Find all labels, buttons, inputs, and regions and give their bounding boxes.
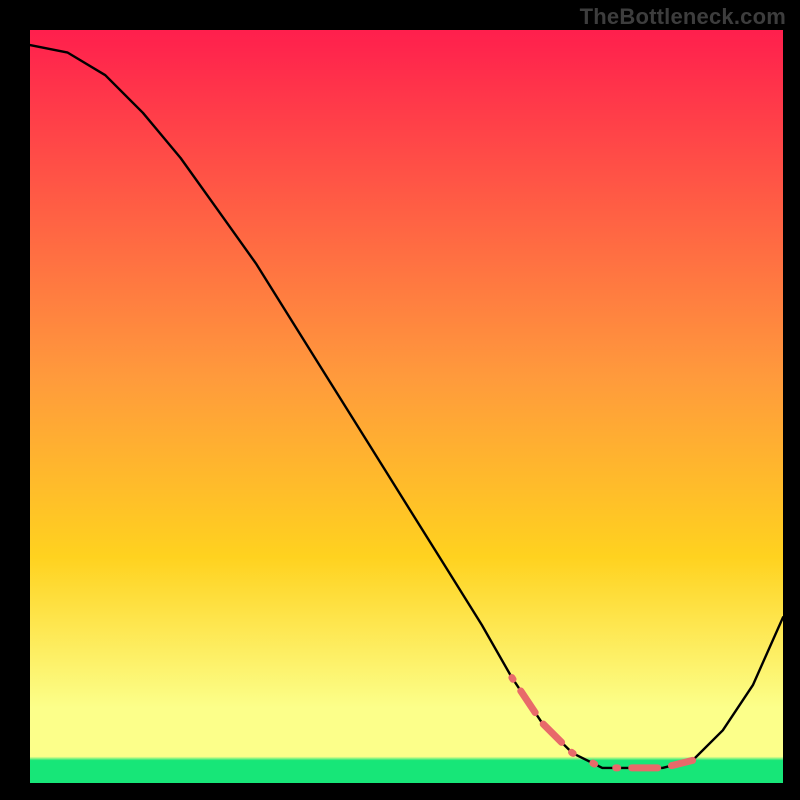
plot-area [30, 30, 783, 783]
chart-canvas [0, 0, 800, 800]
watermark-text: TheBottleneck.com [580, 4, 786, 30]
bottleneck-chart: TheBottleneck.com [0, 0, 800, 800]
